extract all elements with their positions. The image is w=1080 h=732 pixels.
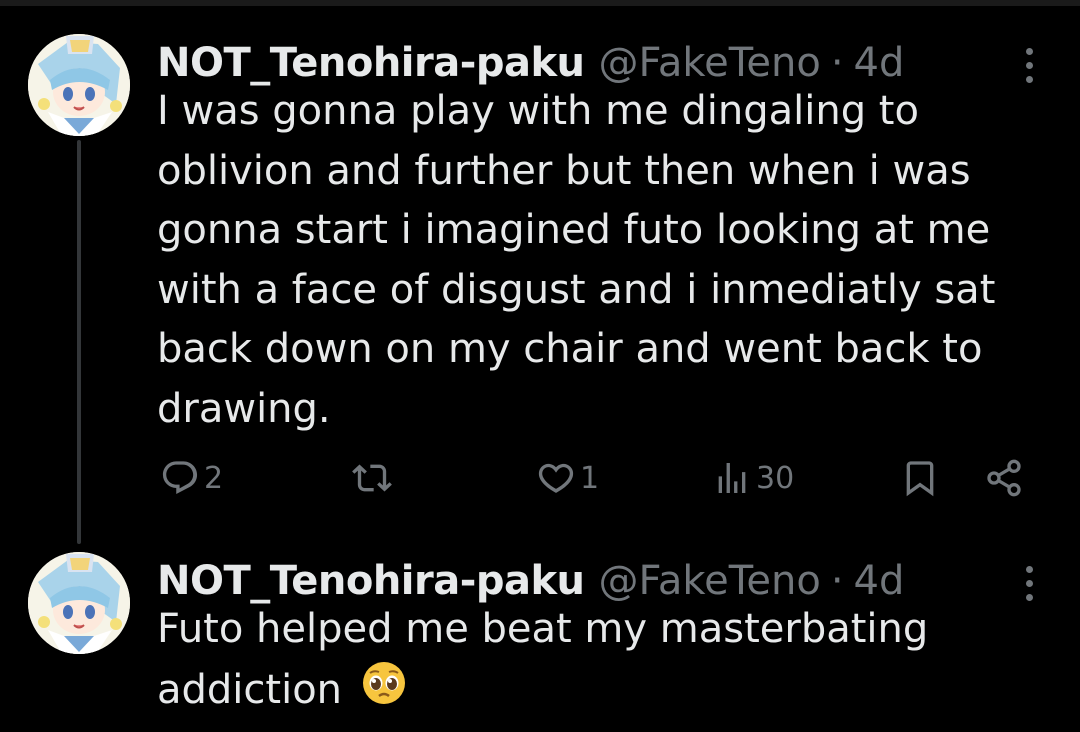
- more-options-button[interactable]: [1004, 564, 1054, 604]
- separator: ·: [830, 40, 844, 86]
- avatar[interactable]: [28, 552, 130, 654]
- timestamp[interactable]: 4d: [854, 40, 905, 86]
- bookmark-button[interactable]: [900, 448, 940, 508]
- tweet-2[interactable]: NOT_Tenohira-paku @FakeTeno · 4d Futo he…: [0, 546, 1080, 732]
- share-button[interactable]: [984, 448, 1024, 508]
- avatar[interactable]: [28, 34, 130, 136]
- user-handle[interactable]: @FakeTeno: [599, 40, 821, 86]
- display-name[interactable]: NOT_Tenohira-paku: [157, 558, 585, 604]
- reply-count: 2: [204, 460, 224, 496]
- tweet-text-content: Futo helped me beat my masterbating addi…: [157, 606, 929, 713]
- reply-icon: [162, 461, 198, 494]
- retweet-icon: [352, 464, 392, 492]
- heart-icon: [538, 463, 574, 493]
- anime-avatar-icon: [28, 34, 130, 136]
- anime-avatar-icon: [28, 552, 130, 654]
- views-button[interactable]: 30: [712, 448, 794, 508]
- action-bar: 2 1 30: [0, 448, 1080, 508]
- tweet-text: I was gonna play with me dingaling to ob…: [157, 88, 996, 432]
- display-name[interactable]: NOT_Tenohira-paku: [157, 40, 585, 86]
- tweet-1[interactable]: NOT_Tenohira-paku @FakeTeno · 4d I was g…: [0, 28, 1080, 528]
- share-icon: [987, 459, 1021, 497]
- more-dot-icon: [1026, 566, 1033, 573]
- separator: ·: [830, 558, 844, 604]
- pleading-face-emoji: [361, 660, 407, 724]
- more-options-button[interactable]: [1004, 46, 1054, 86]
- more-dot-icon: [1026, 62, 1033, 69]
- like-button[interactable]: 1: [536, 448, 599, 508]
- top-divider: [0, 0, 1080, 6]
- reply-button[interactable]: 2: [160, 448, 223, 508]
- retweet-button[interactable]: [352, 448, 396, 508]
- user-handle[interactable]: @FakeTeno: [599, 558, 821, 604]
- thread-connector-line: [77, 140, 81, 544]
- tweet-text: Futo helped me beat my masterbating addi…: [157, 600, 1037, 723]
- bookmark-icon: [906, 461, 934, 497]
- more-dot-icon: [1026, 580, 1033, 587]
- like-count: 1: [580, 460, 600, 496]
- views-icon: [718, 463, 746, 493]
- timestamp[interactable]: 4d: [854, 558, 905, 604]
- views-count: 30: [756, 460, 795, 496]
- more-dot-icon: [1026, 48, 1033, 55]
